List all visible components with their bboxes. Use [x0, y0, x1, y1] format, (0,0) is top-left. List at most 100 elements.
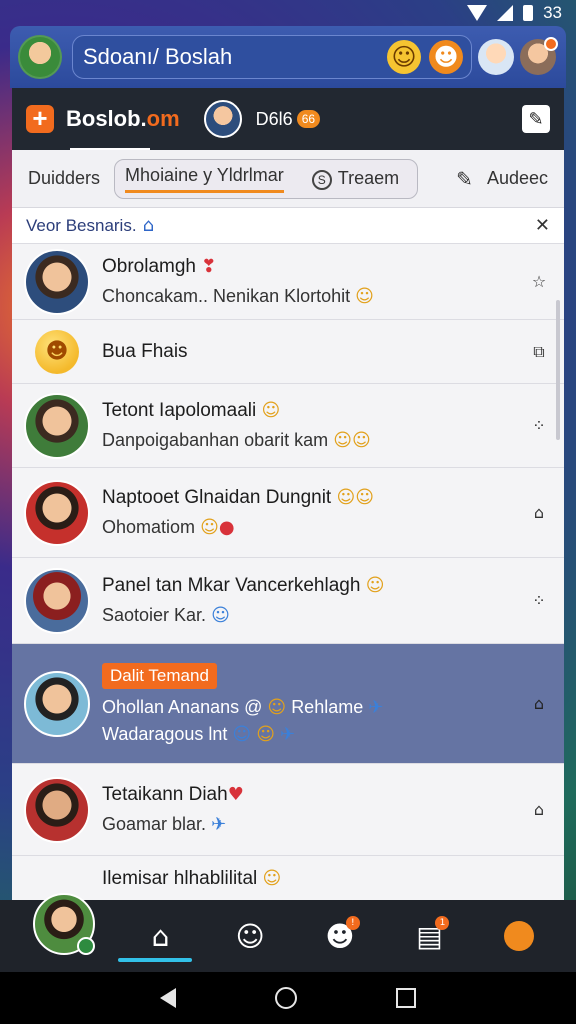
chat-bubble-icon[interactable]: ☻! [316, 912, 364, 960]
tab-treaem[interactable]: S Treaem [304, 168, 407, 190]
page-title: Sdoanı/ Boslah [83, 44, 233, 69]
list-item-selected[interactable]: Dalit Temand Ohollan Ananans @ ☺ Rehlame… [12, 644, 564, 764]
star-icon[interactable]: ☆ [528, 272, 550, 291]
status-icon: S [311, 169, 332, 190]
back-icon[interactable] [159, 988, 176, 1008]
smile-icon: ☺ [256, 723, 275, 745]
chat-name: Ilemisar hlhablilital [102, 868, 258, 889]
smile-icon: ☺ [355, 286, 374, 307]
chat-tag: Dalit Temand [102, 662, 217, 689]
tab-active[interactable]: Mhoiaine y Yldrlmar [125, 165, 284, 193]
more-icon[interactable]: ⁘ [528, 591, 550, 610]
heart-icon: ❣ [201, 256, 217, 277]
more-icon[interactable]: ⁘ [528, 416, 550, 435]
contact-avatar[interactable] [478, 39, 514, 75]
list-item[interactable]: Panel tan Mkar Vancerkehlagh ☺ Saotoier … [12, 558, 564, 644]
chat-message-line2: Wadaragous lnt [102, 723, 228, 744]
list-item[interactable]: Tetaikann Diah♥ Goamar blar. ✈ ⌂ [12, 764, 564, 856]
system-home-icon[interactable] [274, 987, 297, 1009]
chat-name: Tetont Iapolomaali [102, 400, 257, 421]
smile-icon: ☺ [365, 575, 385, 596]
chat-message: Ohomatiom [102, 517, 196, 537]
emoji-icon: ☺ [232, 723, 252, 745]
archive-icon[interactable]: ⌂ [528, 694, 550, 713]
chat-message: Ohollan Ananans @ [102, 696, 263, 717]
search-bar[interactable]: Veor Besnaris. ⌂ ✕ [12, 208, 564, 244]
sticker-icon[interactable]: ☻ [429, 40, 463, 74]
send-icon: ✈ [211, 814, 227, 835]
chat-name: Bua Fhais [102, 340, 188, 362]
tab-group: Mhoiaine y Yldrlmar S Treaem [114, 158, 419, 199]
tab-duidders[interactable]: Duidders [20, 168, 108, 189]
chat-message: Saotoier Kar. [102, 605, 207, 625]
recents-icon[interactable] [396, 988, 417, 1008]
smile-icon: ☺☺ [333, 430, 371, 451]
bottom-nav: ⌂ ☺ ☻! ▤ 1 [0, 893, 576, 972]
archive-icon[interactable]: ⌂ [528, 800, 550, 819]
pin-icon: ✈ [368, 696, 384, 718]
heart-icon: ♥ [227, 784, 244, 805]
smile-icon: ☺ [200, 517, 219, 538]
red-dot-icon: ● [218, 517, 235, 538]
avatar [24, 776, 90, 843]
window-icon[interactable]: ⧉ [528, 342, 550, 362]
list-item[interactable]: Naptooet Glnaidan Dungnit ☺☺ Ohomatiom ☺… [12, 468, 564, 558]
emoji-avatar: ☻ [35, 329, 79, 374]
chat-name: Panel tan Mkar Vancerkehlagh [102, 575, 361, 596]
chat-message: Goamar blar. [102, 814, 207, 834]
smile-icon: ☺ [261, 400, 281, 421]
signal-icon [497, 5, 514, 21]
emoji-icon: ☺ [211, 605, 230, 626]
app-logo[interactable] [18, 35, 62, 79]
archive-icon[interactable]: ⌂ [528, 503, 550, 522]
list-item[interactable]: ☻ Bua Fhais ⧉ [12, 320, 564, 384]
wifi-icon [467, 5, 488, 21]
system-nav-bar [0, 972, 576, 1024]
tab-bar: Duidders Mhoiaine y Yldrlmar S Treaem ✎ A… [12, 150, 564, 208]
notification-badge [544, 37, 558, 51]
user-status-label: D6l6 [255, 108, 293, 129]
user-avatar[interactable] [203, 100, 242, 138]
smile-icon: ☺☺ [336, 487, 375, 508]
emoji-icon[interactable]: ☺ [387, 40, 421, 74]
chat-badge: ! [345, 916, 360, 930]
chat-name: Obrolamgh [102, 256, 196, 277]
title-bar[interactable]: Sdoanı/ Boslah ☺ ☻ [72, 35, 472, 79]
chat-message: Choncakam.. Nenikan Klortohit [102, 286, 351, 306]
close-icon[interactable]: ✕ [535, 215, 550, 236]
brand-name: Boslob.om [66, 106, 180, 131]
profile-avatar[interactable] [520, 37, 558, 75]
chat-name: Naptooet Glnaidan Dungnit [102, 487, 332, 508]
chat-panel: Duidders Mhoiaine y Yldrlmar S Treaem ✎ A… [12, 150, 564, 902]
subheader: + Boslob.om D6l6 66 ✎ [12, 88, 564, 150]
online-status-icon [76, 937, 95, 955]
avatar [24, 392, 90, 459]
notes-icon[interactable]: ▤ 1 [405, 912, 453, 960]
list-item[interactable]: Obrolamgh ❣ Choncakam.. Nenikan Klortohi… [12, 244, 564, 320]
smile-icon: ☺ [262, 868, 282, 889]
search-text: Veor Besnaris. [26, 215, 137, 235]
battery-icon [523, 5, 534, 21]
explore-icon[interactable] [495, 912, 543, 960]
chat-name: Tetaikann Diah [102, 784, 228, 805]
status-bar: 33 [0, 0, 576, 26]
scrollbar[interactable] [556, 300, 560, 440]
avatar [24, 670, 90, 737]
add-button[interactable]: + [26, 105, 54, 133]
chat-message-part: Rehlame [291, 696, 364, 717]
compose-icon[interactable]: ✎ [522, 105, 550, 133]
app-top-bar: Sdoanı/ Boslah ☺ ☻ [10, 26, 566, 88]
my-profile-avatar[interactable] [32, 893, 95, 955]
kiss-icon: ☺ [267, 696, 287, 718]
smiley-icon[interactable]: ☺ [226, 912, 274, 960]
chat-message: Danpoigabanhan obarit kam [102, 430, 329, 450]
status-time: 33 [543, 3, 562, 22]
home-icon[interactable]: ⌂ [136, 912, 184, 960]
avatar [24, 567, 90, 634]
list-item[interactable]: Tetont Iapolomaali ☺ Danpoigabanhan obar… [12, 384, 564, 468]
pencil-icon: ✎ [456, 166, 473, 191]
pin-icon: ✈ [279, 723, 296, 745]
list-item[interactable]: Ilemisar hlhablilital ☺ [12, 856, 564, 902]
tab-audeec[interactable]: Audeec [479, 168, 556, 189]
home-icon: ⌂ [142, 215, 154, 236]
